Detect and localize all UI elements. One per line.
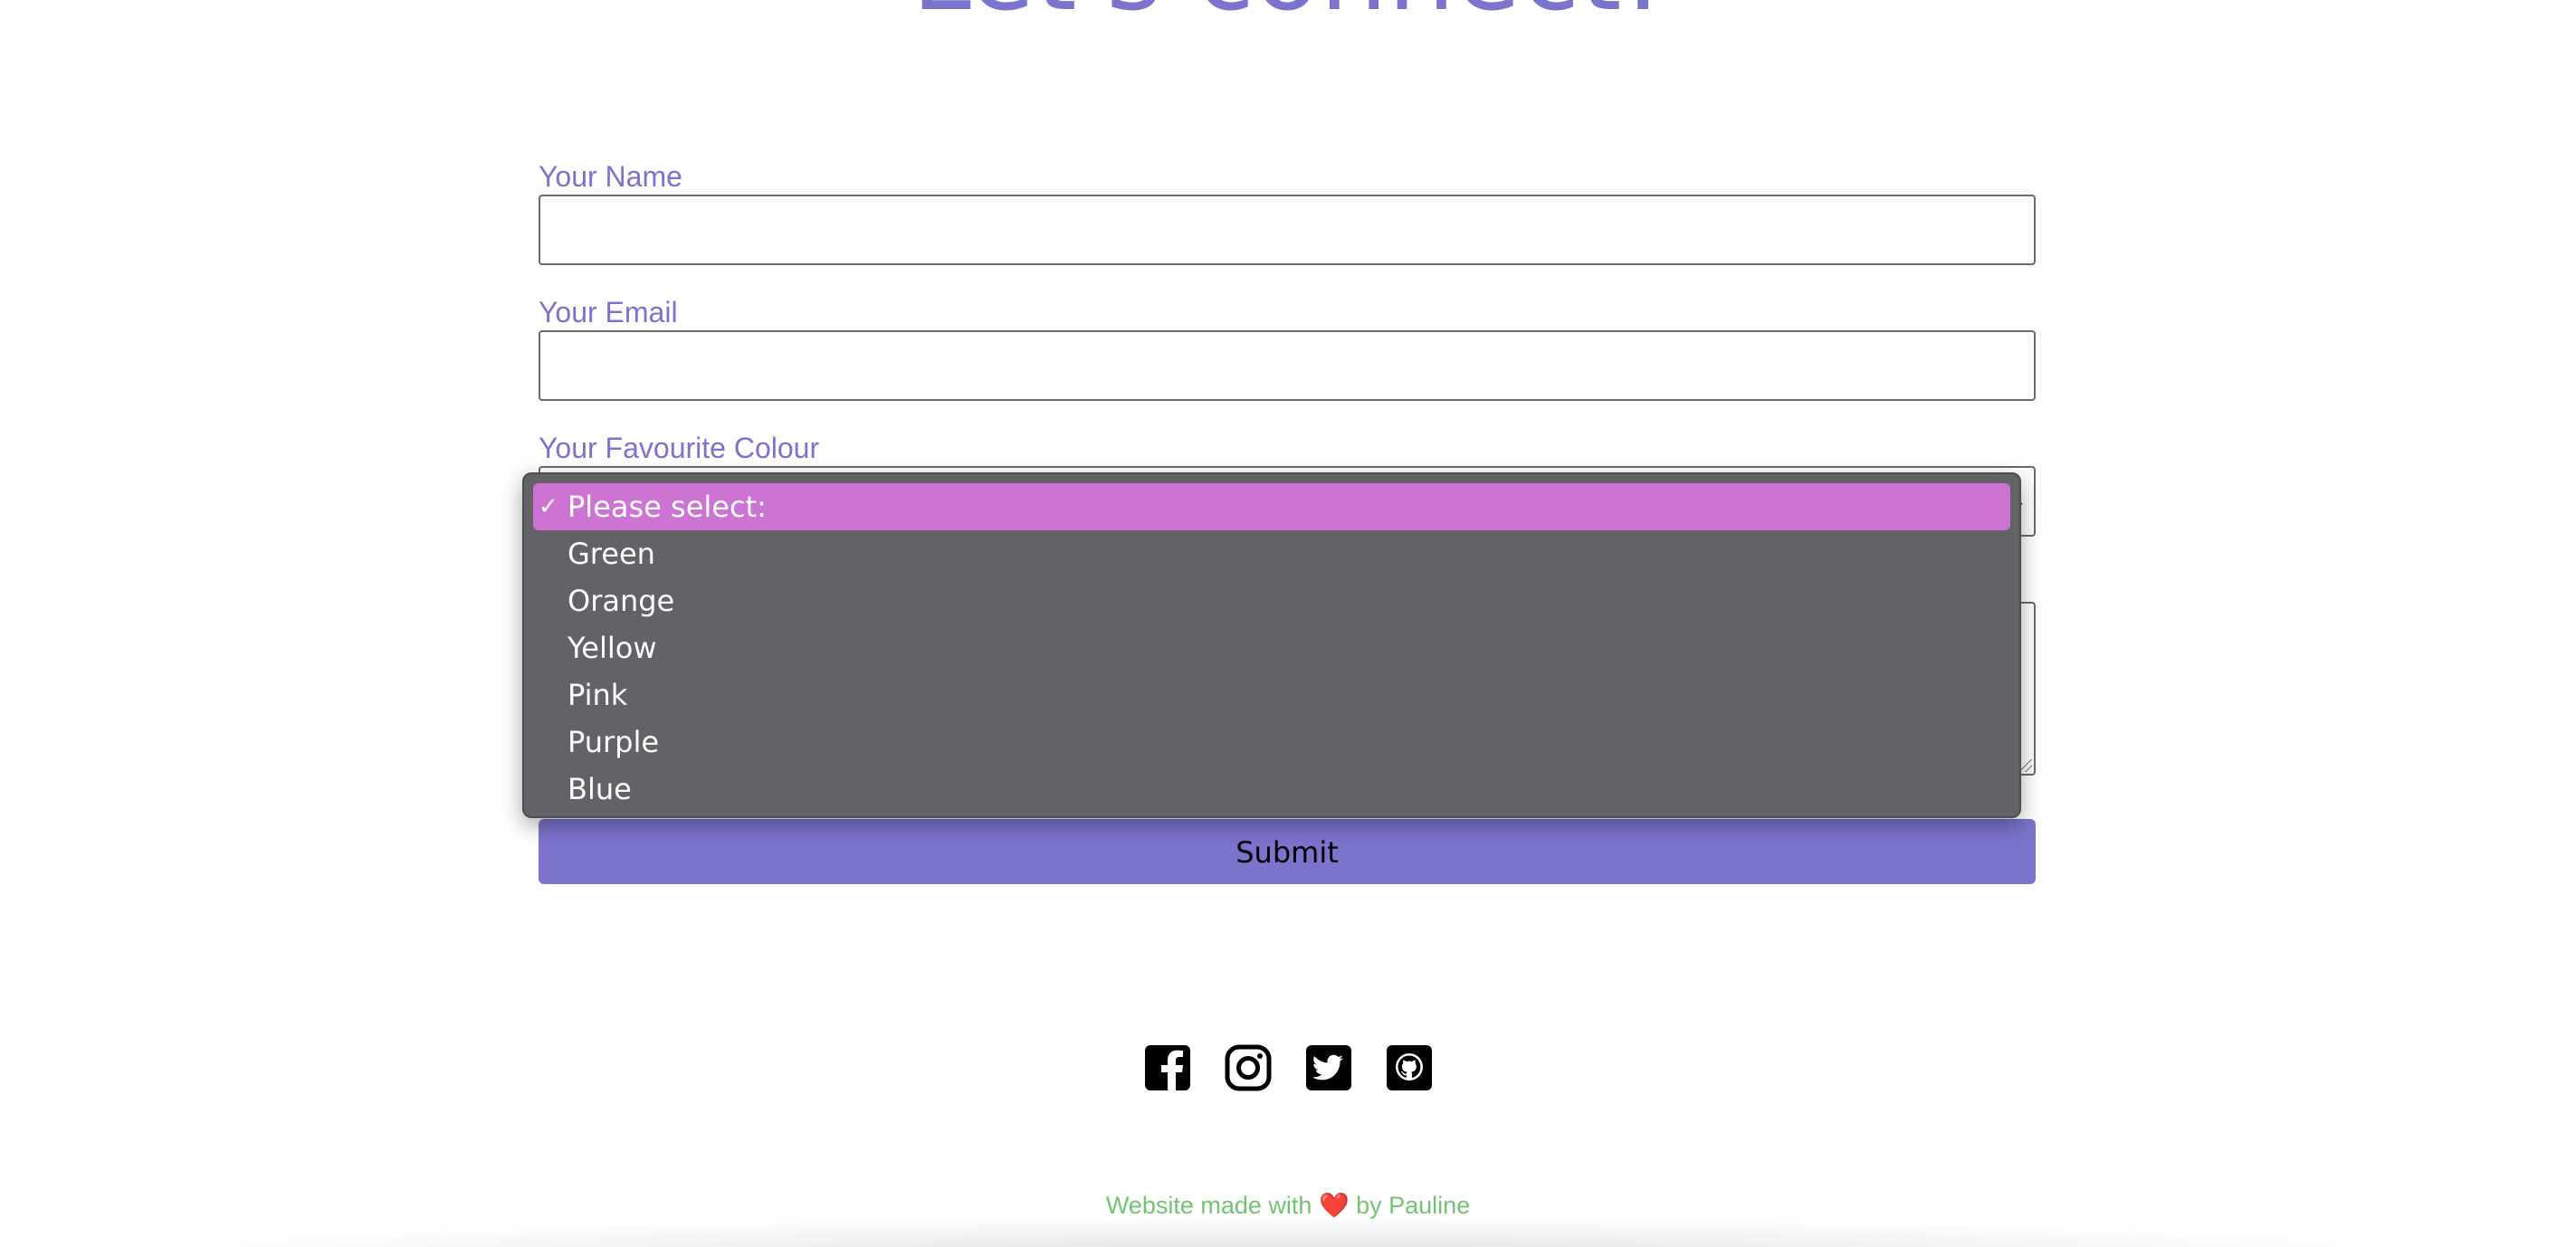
option-label: Please select: (568, 490, 767, 524)
email-label: Your Email (539, 296, 678, 328)
twitter-icon[interactable] (1305, 1044, 1352, 1091)
colour-option[interactable]: Green (533, 530, 2010, 577)
colour-option[interactable]: Purple (533, 719, 2010, 766)
heart-icon: ❤️ (1318, 1192, 1350, 1219)
colour-option[interactable]: Pink (533, 671, 2010, 719)
colour-dropdown-list: ✓ Please select: Green Orange Yellow Pin… (522, 472, 2021, 818)
footer-shadow (181, 1218, 2395, 1247)
contact-page: Let's connect! Your Name Your Email Your… (0, 0, 2576, 1247)
submit-button[interactable]: Submit (539, 819, 2036, 884)
instagram-icon[interactable] (1225, 1044, 1272, 1091)
email-field[interactable] (539, 330, 2036, 401)
page-title: Let's connect! (0, 0, 2576, 31)
colour-option[interactable]: ✓ Please select: (533, 483, 2010, 530)
footer-credit: Website made with ❤️ by Pauline (0, 1189, 2576, 1222)
checkmark-icon: ✓ (539, 493, 558, 520)
footer-text-after: by Pauline (1356, 1192, 1471, 1219)
colour-option[interactable]: Orange (533, 577, 2010, 624)
colour-option[interactable]: Blue (533, 766, 2010, 813)
github-icon[interactable] (1386, 1044, 1433, 1091)
footer-text-before: Website made with (1105, 1192, 1312, 1219)
name-field[interactable] (539, 195, 2036, 265)
facebook-icon[interactable] (1144, 1044, 1191, 1091)
colour-option[interactable]: Yellow (533, 624, 2010, 671)
resize-handle-icon[interactable] (2019, 759, 2032, 772)
name-label: Your Name (539, 160, 682, 193)
colour-label: Your Favourite Colour (539, 432, 820, 464)
